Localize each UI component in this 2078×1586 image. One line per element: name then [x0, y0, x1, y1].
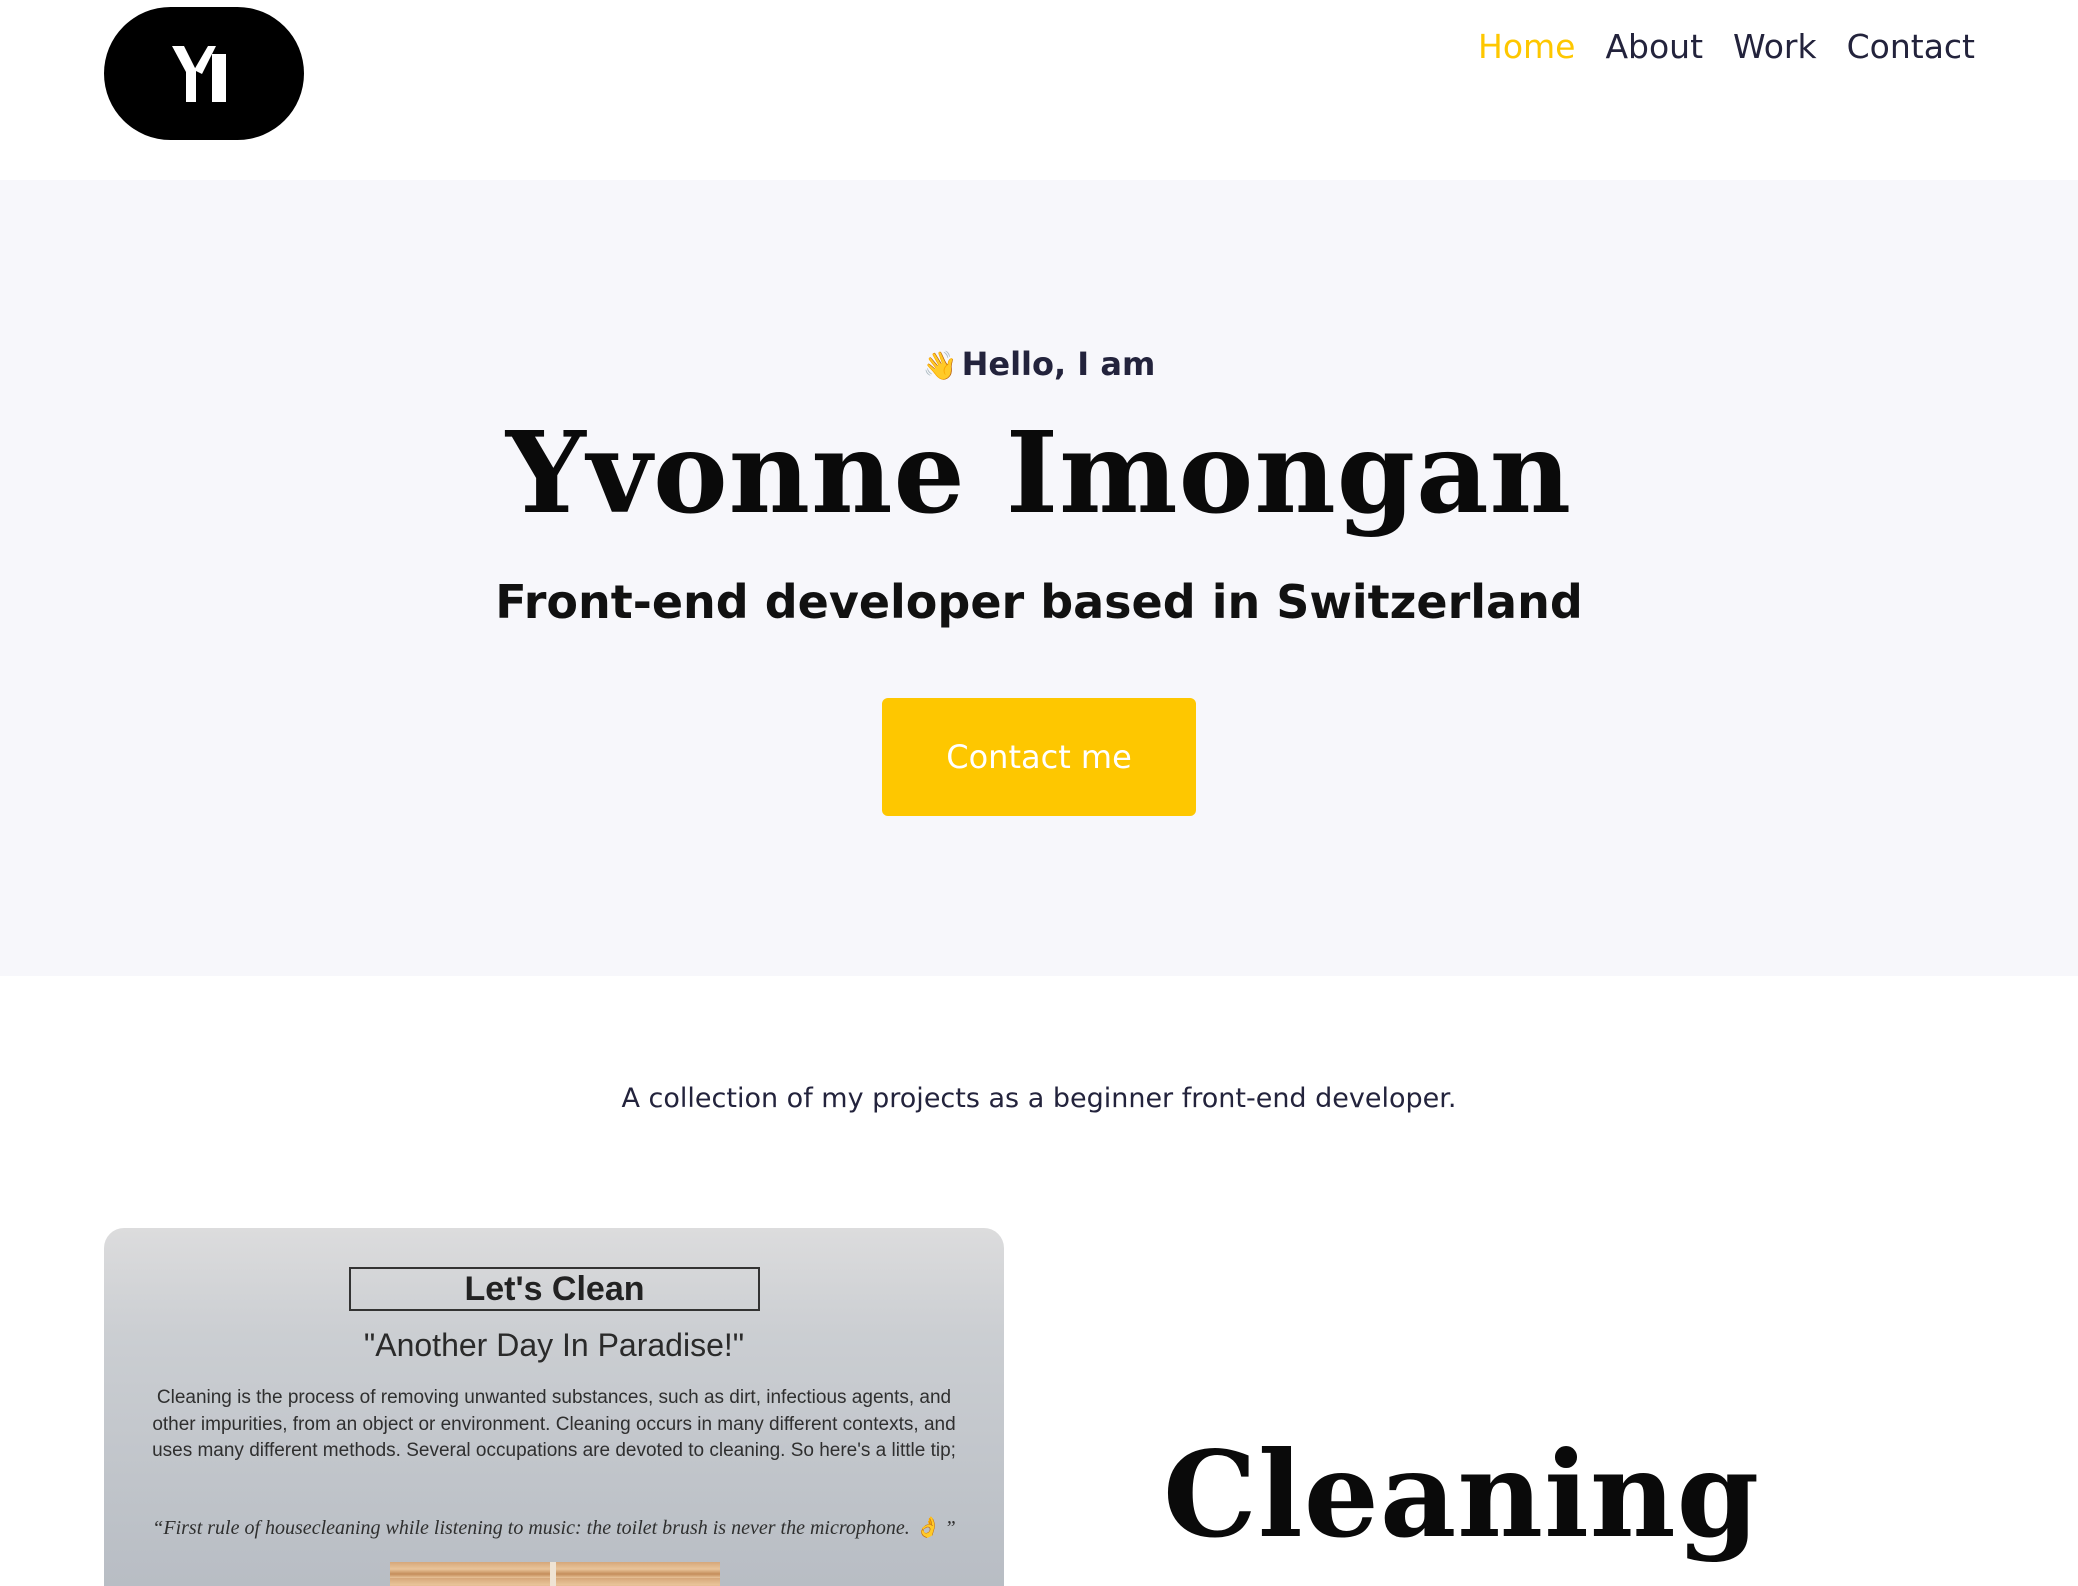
hero-subtitle: Front-end developer based in Switzerland — [495, 575, 1583, 629]
project-heading: Cleaning — [1163, 1425, 1761, 1564]
nav-item-about[interactable]: About — [1605, 20, 1703, 74]
nav-item-home[interactable]: Home — [1478, 20, 1575, 74]
hero-section: 👋 Hello, I am Yvonne Imongan Front-end de… — [0, 180, 2078, 976]
project-preview-quote: "Another Day In Paradise!" — [363, 1327, 745, 1363]
work-intro: A collection of my projects as a beginne… — [621, 1083, 1457, 1114]
contact-me-button[interactable]: Contact me — [882, 698, 1196, 816]
greeting-text: Hello, I am — [961, 345, 1156, 383]
project-preview-title: Let's Clean — [349, 1267, 760, 1311]
greeting: 👋 Hello, I am — [0, 345, 2078, 383]
waving-hand-icon: 👋 — [922, 349, 958, 382]
nav-item-work[interactable]: Work — [1733, 20, 1817, 74]
project-preview-body: Cleaning is the process of removing unwa… — [152, 1387, 956, 1461]
nav-item-contact[interactable]: Contact — [1847, 20, 1975, 74]
logo-mark-icon — [172, 45, 226, 102]
main-nav: Home About Work Contact — [1478, 20, 1975, 74]
logo[interactable] — [104, 7, 304, 140]
project-preview-tip: “First rule of housecleaning while liste… — [152, 1517, 956, 1539]
hero-name: Yvonne Imongan — [505, 408, 1573, 539]
project-preview-card[interactable]: Let's Clean "Another Day In Paradise!" C… — [104, 1228, 1004, 1586]
project-preview-image — [390, 1562, 720, 1586]
site-header: Home About Work Contact — [0, 0, 2078, 180]
